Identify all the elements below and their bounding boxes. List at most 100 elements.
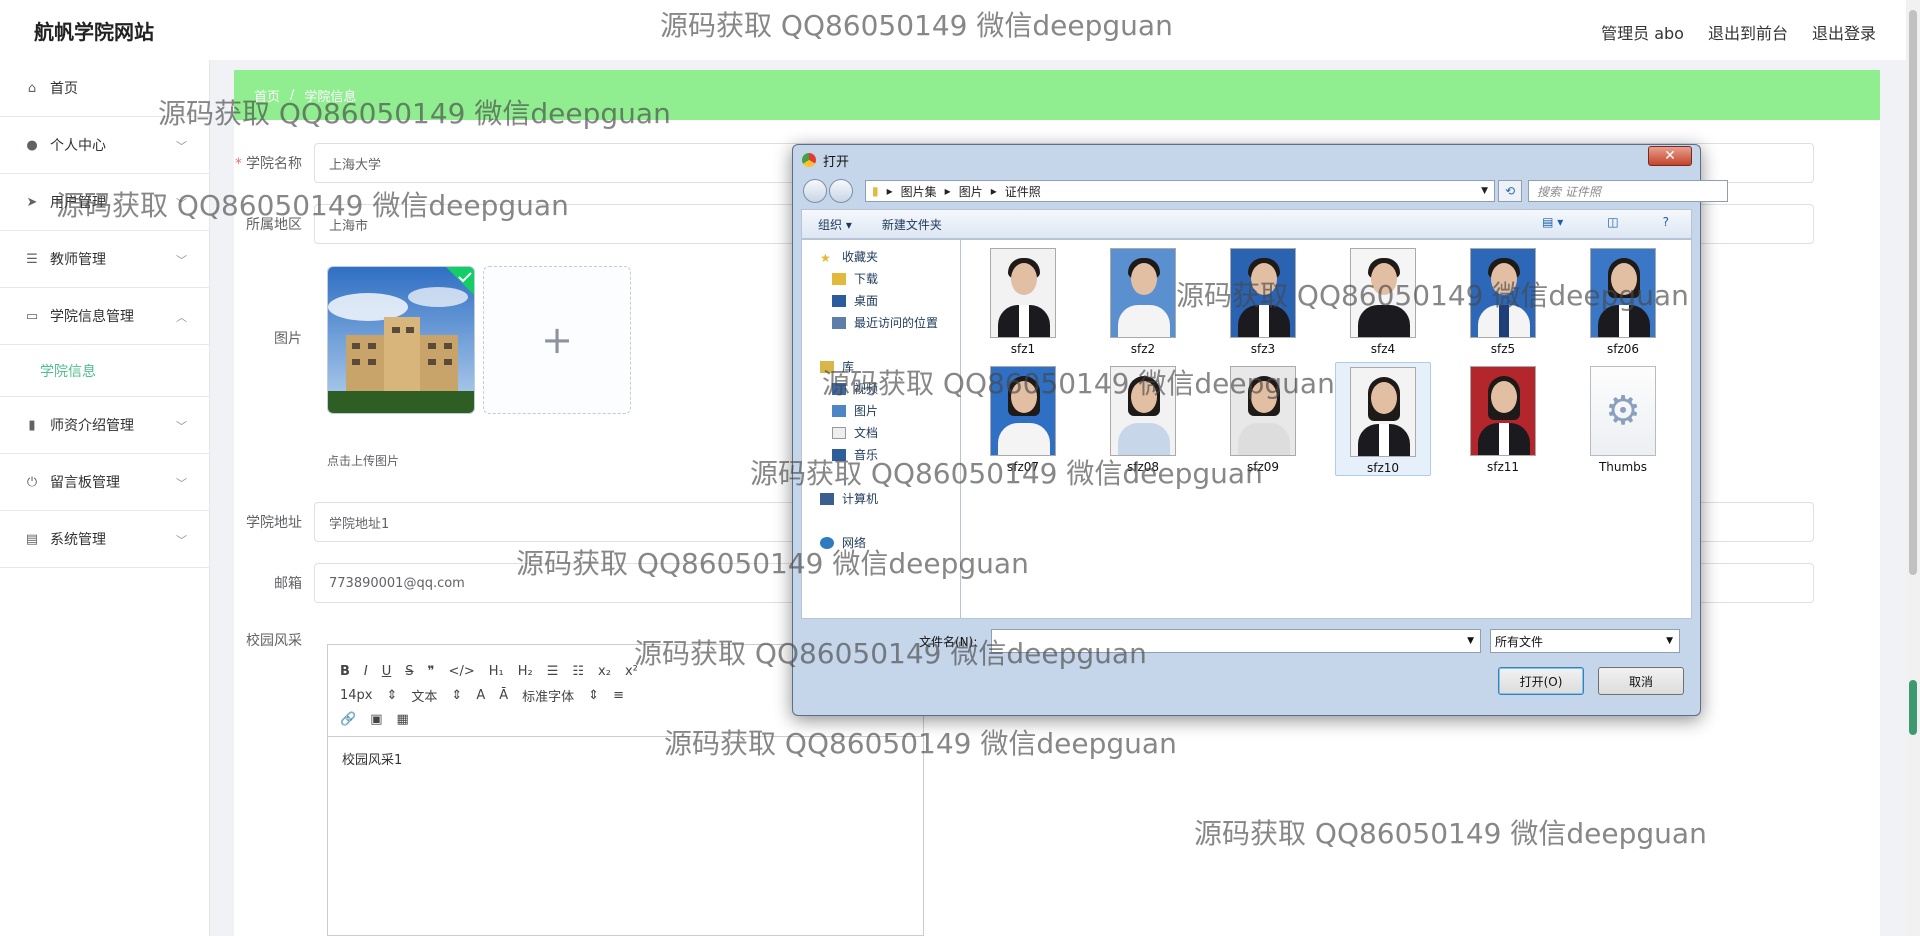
bullet-list-button[interactable]: ☷ <box>572 664 584 679</box>
file-item[interactable]: sfz07 <box>975 366 1071 474</box>
sidebar-item-teachers[interactable]: ☰ 教师管理 ﹀ <box>0 231 209 288</box>
help-icon[interactable]: ? <box>1663 215 1669 229</box>
background-color-button[interactable]: Ā <box>499 688 508 703</box>
font-color-button[interactable]: A <box>476 688 485 703</box>
sidebar-subitem-college-info[interactable]: 学院信息 <box>0 345 209 397</box>
search-input[interactable]: 搜索 证件照 <box>1528 180 1728 202</box>
quote-button[interactable]: ❞ <box>428 664 435 679</box>
nav-pictures[interactable]: 图片 <box>832 402 878 419</box>
video-icon[interactable]: ▦ <box>396 712 408 727</box>
sidebar-item-messages[interactable]: ⏻ 留言板管理 ﹀ <box>0 454 209 511</box>
path-segment[interactable]: 图片 <box>959 183 983 200</box>
code-button[interactable]: </> <box>449 664 475 679</box>
nav-network[interactable]: 网络 <box>820 534 866 551</box>
refresh-button[interactable]: ⟲ <box>1498 180 1522 202</box>
underline-button[interactable]: U <box>382 664 392 679</box>
file-item[interactable]: sfz11 <box>1455 366 1551 474</box>
nav-downloads[interactable]: 下载 <box>832 270 878 287</box>
nav-videos[interactable]: 视频 <box>832 380 878 397</box>
paragraph-select[interactable]: 文本 <box>411 686 437 705</box>
sidebar-item-system[interactable]: ▤ 系统管理 ﹀ <box>0 511 209 568</box>
sidebar-item-home[interactable]: ⌂ 首页 <box>0 60 209 117</box>
cancel-button[interactable]: 取消 <box>1598 667 1684 695</box>
address-bar[interactable]: ▮ ▸ 图片集 ▸ 图片 ▸ 证件照 ▼ <box>865 180 1495 202</box>
filetype-select[interactable]: 所有文件 ▼ <box>1490 629 1680 653</box>
font-family-select[interactable]: 标准字体 <box>522 686 574 705</box>
file-item[interactable]: sfz5 <box>1455 248 1551 356</box>
strike-button[interactable]: S <box>405 664 413 679</box>
font-size-select[interactable]: 14px <box>340 688 373 703</box>
chevron-down-icon[interactable]: ▼ <box>1467 636 1474 646</box>
link-icon[interactable]: 🔗 <box>340 712 356 727</box>
open-button[interactable]: 打开(O) <box>1498 667 1584 695</box>
file-item[interactable]: sfz1 <box>975 248 1071 356</box>
file-item[interactable]: sfz09 <box>1215 366 1311 474</box>
forward-button[interactable] <box>829 179 853 203</box>
open-file-dialog: 打开 ✕ ▮ ▸ 图片集 ▸ 图片 ▸ 证件照 ▼ ⟲ 搜索 证件照 组织 ▾ … <box>792 144 1728 716</box>
file-item[interactable]: ⚙ Thumbs <box>1575 366 1671 474</box>
plus-icon: + <box>541 318 573 362</box>
user-icon: ● <box>26 137 38 153</box>
recent-icon <box>832 316 846 329</box>
chevron-down-icon[interactable]: ▼ <box>1481 186 1488 196</box>
sidebar-item-label: 系统管理 <box>50 532 106 548</box>
new-folder-button[interactable]: 新建文件夹 <box>882 216 942 233</box>
subscript-button[interactable]: x₂ <box>598 664 611 679</box>
nav-desktop[interactable]: 桌面 <box>832 292 878 309</box>
file-item[interactable]: sfz3 <box>1215 248 1311 356</box>
email-label: 邮箱 <box>274 576 302 592</box>
site-logo[interactable]: 航帆学院网站 <box>34 16 154 45</box>
nav-favorites[interactable]: ★ 收藏夹 <box>820 248 878 265</box>
path-segment[interactable]: 证件照 <box>1005 183 1041 200</box>
organize-button[interactable]: 组织 ▾ <box>818 216 852 233</box>
chevron-down-icon: ﹀ <box>176 254 187 267</box>
top-header: 航帆学院网站 管理员 abo 退出到前台 退出登录 <box>0 0 1920 60</box>
file-item[interactable]: sfz08 <box>1095 366 1191 474</box>
uploaded-image[interactable] <box>327 266 475 414</box>
campus-label: 校园风采 <box>246 633 302 649</box>
sidebar-item-profile[interactable]: ● 个人中心 ﹀ <box>0 117 209 174</box>
editor-content[interactable]: 校园风采1 <box>328 737 923 780</box>
h2-button[interactable]: H₂ <box>518 664 533 679</box>
italic-button[interactable]: I <box>364 664 368 679</box>
upload-add-button[interactable]: + <box>483 266 631 414</box>
back-button[interactable] <box>803 179 827 203</box>
bold-button[interactable]: B <box>340 664 350 679</box>
preview-pane-icon[interactable]: ◫ <box>1607 215 1618 229</box>
sidebar-item-users[interactable]: ➤ 用户管理 ﹀ <box>0 174 209 231</box>
logout-link[interactable]: 退出登录 <box>1812 20 1876 44</box>
file-item[interactable]: sfz2 <box>1095 248 1191 356</box>
card-icon: ▤ <box>25 531 39 547</box>
close-button[interactable]: ✕ <box>1648 146 1692 166</box>
sidebar-item-college-info[interactable]: ▭ 学院信息管理 ︿ <box>0 288 209 345</box>
star-icon: ★ <box>820 250 831 265</box>
superscript-button[interactable]: x² <box>625 664 638 679</box>
ordered-list-button[interactable]: ☰ <box>547 664 559 679</box>
h1-button[interactable]: H₁ <box>489 664 504 679</box>
file-item[interactable]: sfz4 <box>1335 248 1431 356</box>
align-button[interactable]: ≡ <box>613 688 624 703</box>
file-item[interactable]: sfz06 <box>1575 248 1671 356</box>
nav-recent[interactable]: 最近访问的位置 <box>832 314 938 331</box>
breadcrumb-home[interactable]: 首页 <box>254 86 280 105</box>
view-options-icon[interactable]: ▤ ▾ <box>1542 215 1563 229</box>
admin-user-link[interactable]: 管理员 abo <box>1601 20 1684 44</box>
nav-music[interactable]: 音乐 <box>832 446 878 463</box>
filename-input[interactable]: ▼ <box>991 629 1481 653</box>
nav-documents[interactable]: 文档 <box>832 424 878 441</box>
picture-icon <box>832 404 846 417</box>
goto-frontend-link[interactable]: 退出到前台 <box>1708 20 1788 44</box>
navigation-pane: ★ 收藏夹 下载 桌面 最近访问的位置 库 视频 图片 文档 音乐 计算机 网络 <box>801 239 961 619</box>
path-segment[interactable]: 图片集 <box>901 183 937 200</box>
scrollbar-thumb[interactable] <box>1909 10 1917 575</box>
filename-row: 文件名(N): ▼ 所有文件 ▼ 打开(O) 取消 <box>801 623 1692 709</box>
name-label: * 学院名称 <box>235 156 302 172</box>
nav-computer[interactable]: 计算机 <box>820 490 878 507</box>
nav-library[interactable]: 库 <box>820 358 854 375</box>
image-icon[interactable]: ▣ <box>370 712 382 727</box>
file-item-selected[interactable]: sfz10 <box>1335 362 1431 476</box>
image-row: 图片 <box>234 328 314 348</box>
chevron-down-icon: ﹀ <box>176 420 187 433</box>
page-scrollbar[interactable] <box>1906 0 1920 936</box>
sidebar-item-faculty[interactable]: ▮ 师资介绍管理 ﹀ <box>0 397 209 454</box>
